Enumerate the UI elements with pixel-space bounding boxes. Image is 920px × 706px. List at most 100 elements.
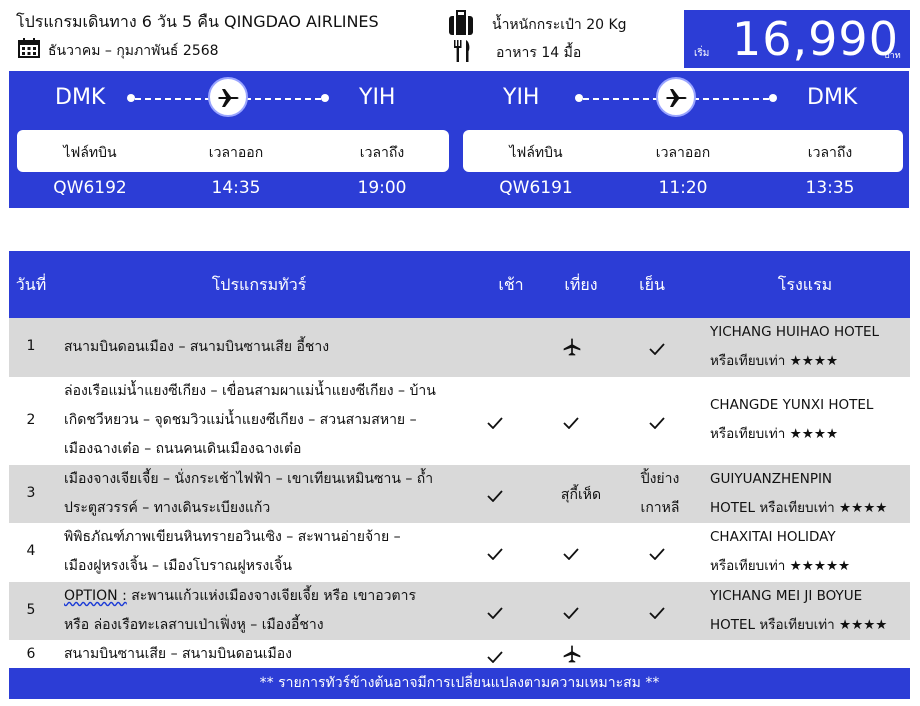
destination-airport: DMK — [807, 85, 858, 110]
hotel-name: CHANGDE YUNXI HOTEL หรือเทียบเท่า ★★★★ — [710, 391, 910, 449]
program-line: ประตูสวรรค์ – ทางเดินระเบียงแก้ว — [64, 500, 271, 516]
col-breakfast: เช้า — [498, 275, 524, 294]
hotel-line: HOTEL หรือเทียบเท่า ★★★★ — [710, 617, 888, 633]
depart-label: เวลาออก — [655, 145, 711, 161]
hotel-line: CHAXITAI HOLIDAY — [710, 529, 836, 545]
table-row: 1 สนามบินดอนเมือง – สนามบินซานเสีย อี้ชา… — [9, 318, 910, 377]
table-row: 6 สนามบินซานเสีย – สนามบินดอนเมือง — [9, 640, 910, 668]
program-line: สนามบินดอนเมือง – สนามบินซานเสีย อี้ชาง — [64, 339, 330, 355]
hotel-line: GUIYUANZHENPIN — [710, 471, 833, 487]
calendar-icon — [18, 38, 40, 58]
day-number: 3 — [26, 485, 36, 501]
program-line: พิพิธภัณฑ์ภาพเขียนหินทรายอวินเซิง – สะพา… — [64, 529, 401, 545]
flight-number-label: ไฟล์ทบิน — [509, 145, 563, 161]
travel-dates: ธันวาคม – กุมภาพันธ์ 2568 — [48, 43, 219, 59]
origin-airport: YIH — [503, 85, 540, 110]
disclaimer-footer: ** รายการทัวร์ข้างต้นอาจมีการเปลี่ยนแปลง… — [9, 668, 910, 699]
depart-time: 14:35 — [211, 178, 261, 198]
depart-label: เวลาออก — [208, 145, 264, 161]
flight-number: QW6191 — [499, 178, 573, 198]
hotel-line: หรือเทียบเท่า ★★★★★ — [710, 558, 851, 574]
col-day: วันที่ — [15, 275, 47, 294]
col-dinner: เย็น — [639, 275, 665, 294]
flight-info-box: ไฟล์ทบิน เวลาออก เวลาถึง — [463, 130, 903, 172]
hotel-name: YICHANG MEI JI BOYUE HOTEL หรือเทียบเท่า… — [710, 582, 910, 640]
arrive-label: เวลาถึง — [359, 145, 405, 161]
itinerary-table-header: วันที่ โปรแกรมทัวร์ เช้า เที่ยง เย็น โรง… — [9, 251, 910, 318]
destination-airport: YIH — [359, 85, 396, 110]
route-dot — [321, 94, 329, 102]
table-row: 4 พิพิธภัณฑ์ภาพเขียนหินทรายอวินเซิง – สะ… — [9, 523, 910, 582]
price-unit: บาท — [884, 51, 901, 61]
check-icon — [487, 648, 503, 667]
program-text: OPTION : สะพานแก้วแห่งเมืองจางเจียเจี้ย … — [64, 582, 464, 640]
check-icon — [649, 340, 665, 359]
program-line: ล่องเรือแม่น้ำแยงซีเกียง – เขื่อนสามผาแม… — [64, 383, 436, 399]
check-icon — [563, 414, 579, 433]
airplane-icon — [208, 77, 248, 117]
price-prefix: เริ่ม — [694, 48, 710, 59]
arrive-time: 19:00 — [357, 178, 407, 198]
day-number: 4 — [26, 543, 36, 559]
dinner-line: เกาหลี — [640, 500, 680, 516]
hotel-line: หรือเทียบเท่า ★★★★ — [710, 353, 839, 369]
outbound-flight-panel: DMK YIH ไฟล์ทบิน เวลาออก เวลาถึง QW6192 … — [9, 71, 457, 208]
option-label: OPTION : — [64, 588, 127, 604]
program-line: เมืองจางเจียเจี้ย – นั่งกระเช้าไฟฟ้า – เ… — [64, 471, 434, 487]
lunch-menu: สุกี้เห็ด — [560, 487, 602, 503]
return-flight-panel: YIH DMK ไฟล์ทบิน เวลาออก เวลาถึง QW6191 … — [457, 71, 909, 208]
hotel-line: YICHANG HUIHAO HOTEL — [710, 324, 880, 340]
table-row: 2 ล่องเรือแม่น้ำแยงซีเกียง – เขื่อนสามผา… — [9, 377, 910, 465]
hotel-line: HOTEL หรือเทียบเท่า ★★★★ — [710, 500, 888, 516]
arrive-time: 13:35 — [805, 178, 855, 198]
baggage-allowance: น้ำหนักกระเป๋า 20 Kg — [492, 17, 627, 33]
route-dot — [127, 94, 135, 102]
day-number: 2 — [26, 412, 36, 428]
program-line: เมืองฉางเต๋อ – ถนนคนเดินเมืองฉางเต๋อ — [64, 441, 302, 457]
page-title: โปรแกรมเดินทาง 6 วัน 5 คืน QINGDAO AIRLI… — [16, 12, 379, 31]
fork-knife-icon — [452, 40, 472, 62]
arrive-label: เวลาถึง — [807, 145, 853, 161]
check-icon — [563, 545, 579, 564]
day-number: 1 — [26, 338, 36, 354]
airplane-icon — [562, 337, 582, 361]
program-line: เกิดชวีหยวน – จุดชมวิวแม่น้ำแยงซีเกียง –… — [64, 412, 417, 428]
hotel-line: YICHANG MEI JI BOYUE — [710, 588, 863, 604]
flight-info-box: ไฟล์ทบิน เวลาออก เวลาถึง — [17, 130, 449, 172]
check-icon — [487, 545, 503, 564]
table-row: 3 เมืองจางเจียเจี้ย – นั่งกระเช้าไฟฟ้า –… — [9, 465, 910, 523]
hotel-line: หรือเทียบเท่า ★★★★ — [710, 426, 839, 442]
program-line: สะพานแก้วแห่งเมืองจางเจียเจี้ย หรือ เขาอ… — [131, 588, 416, 604]
check-icon — [649, 414, 665, 433]
airplane-icon — [562, 644, 582, 668]
hotel-line: CHANGDE YUNXI HOTEL — [710, 397, 874, 413]
program-text: พิพิธภัณฑ์ภาพเขียนหินทรายอวินเซิง – สะพา… — [64, 523, 464, 581]
day-number: 5 — [26, 602, 36, 618]
luggage-icon — [448, 10, 474, 36]
program-line: หรือ ล่องเรือทะเลสาบเป่าเฟิ่งหู – เมืองอ… — [64, 617, 324, 633]
dinner-line: ปิ้งย่าง — [640, 471, 680, 487]
check-icon — [487, 487, 503, 506]
airplane-icon — [656, 77, 696, 117]
check-icon — [487, 604, 503, 623]
program-text: เมืองจางเจียเจี้ย – นั่งกระเช้าไฟฟ้า – เ… — [64, 465, 464, 523]
origin-airport: DMK — [55, 85, 106, 110]
price-box: เริ่ม 16,990 บาท — [684, 10, 910, 68]
col-program: โปรแกรมทัวร์ — [211, 275, 307, 294]
check-icon — [649, 545, 665, 564]
route-dot — [575, 94, 583, 102]
program-text: ล่องเรือแม่น้ำแยงซีเกียง – เขื่อนสามผาแม… — [64, 377, 464, 464]
col-lunch: เที่ยง — [564, 275, 598, 294]
check-icon — [563, 604, 579, 623]
meal-count: อาหาร 14 มื้อ — [496, 45, 582, 61]
depart-time: 11:20 — [658, 178, 708, 198]
flight-number: QW6192 — [53, 178, 127, 198]
price-value: 16,990 — [732, 12, 899, 66]
col-hotel: โรงแรม — [777, 275, 833, 294]
hotel-name: GUIYUANZHENPIN HOTEL หรือเทียบเท่า ★★★★ — [710, 465, 910, 523]
check-icon — [487, 414, 503, 433]
hotel-name: YICHANG HUIHAO HOTEL หรือเทียบเท่า ★★★★ — [710, 318, 910, 376]
program-line: สนามบินซานเสีย – สนามบินดอนเมือง — [64, 646, 293, 662]
day-number: 6 — [26, 646, 36, 662]
route-dot — [769, 94, 777, 102]
